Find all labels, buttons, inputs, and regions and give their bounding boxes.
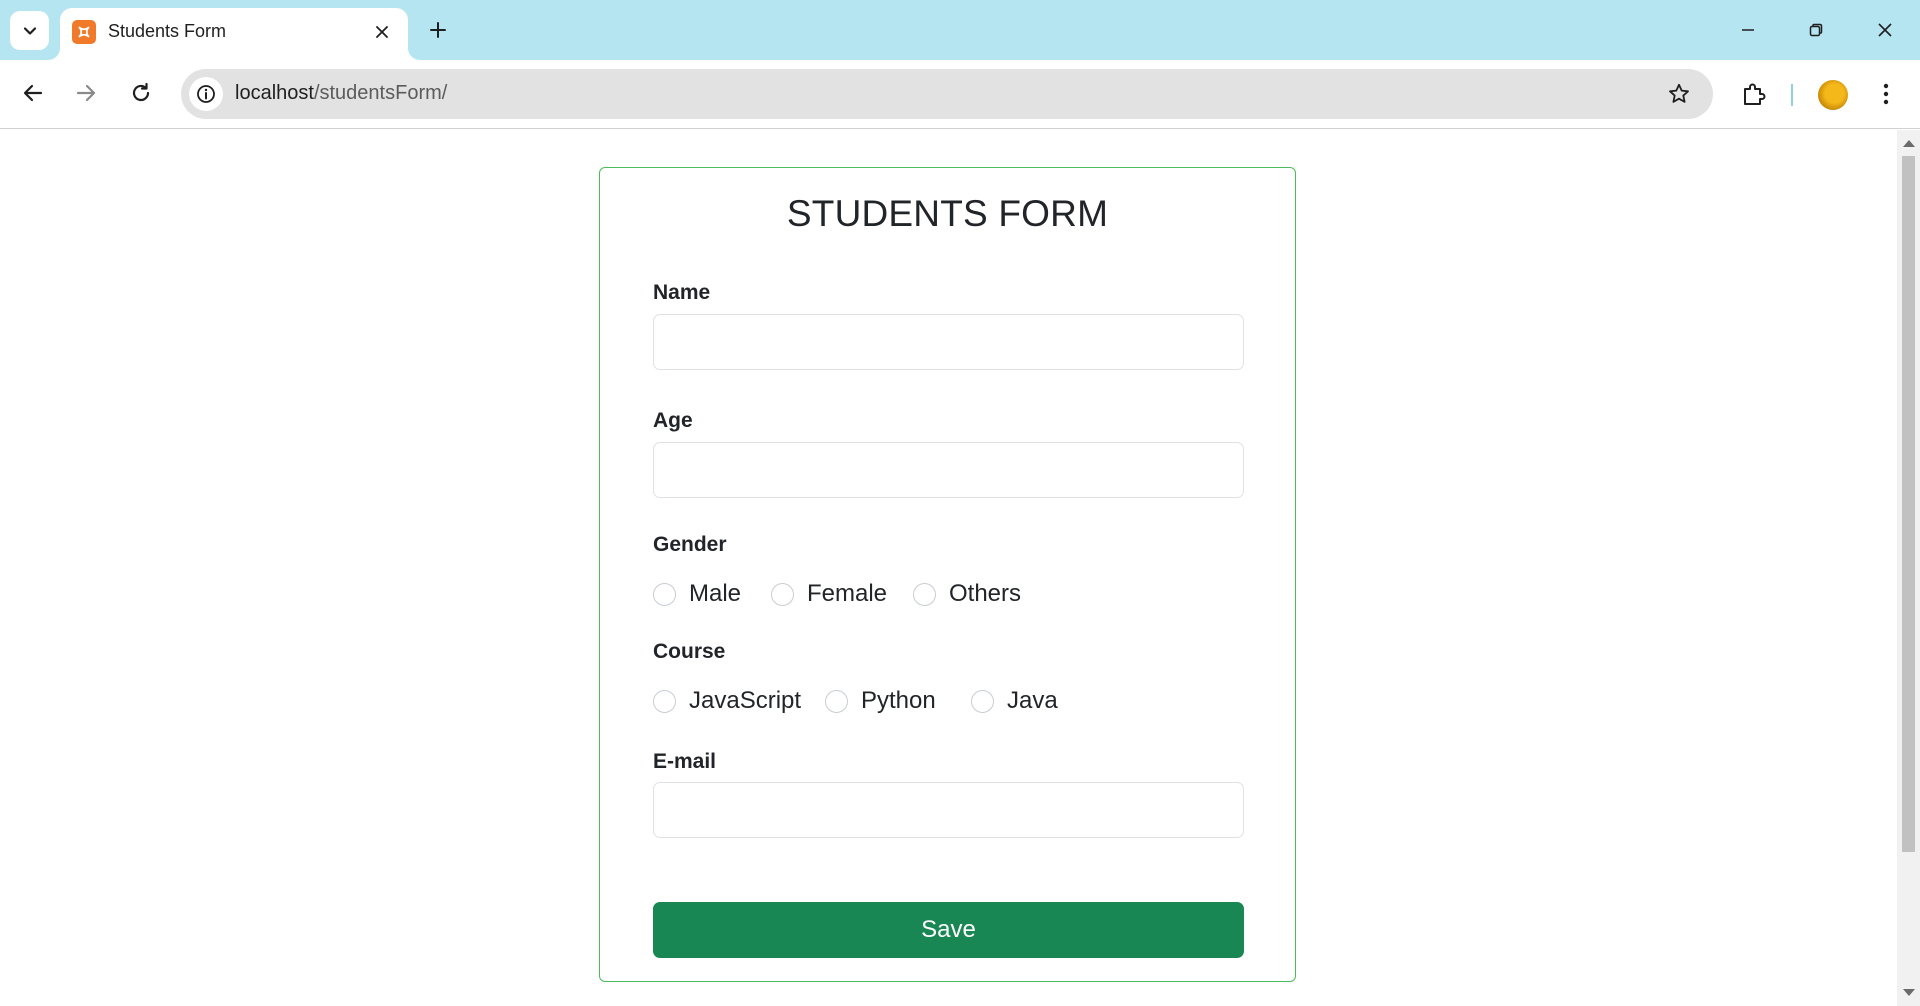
students-form-card: STUDENTS FORM Name Age Gender Male Femal…: [599, 167, 1296, 982]
tab-strip: Students Form: [0, 0, 1920, 60]
scroll-up-arrow[interactable]: [1903, 140, 1915, 147]
tab-close-button[interactable]: [370, 20, 394, 44]
email-label: E-mail: [653, 750, 717, 773]
forward-button[interactable]: [66, 73, 106, 113]
tab-title: Students Form: [108, 21, 227, 41]
new-tab-button[interactable]: [422, 14, 454, 46]
page-viewport: STUDENTS FORM Name Age Gender Male Femal…: [0, 130, 1897, 1006]
xampp-icon: [72, 20, 96, 44]
radio-label: Male: [689, 580, 742, 607]
back-button[interactable]: [13, 73, 53, 113]
age-input[interactable]: [653, 442, 1244, 498]
save-button[interactable]: Save: [653, 902, 1244, 958]
close-window-button[interactable]: [1861, 10, 1909, 50]
close-icon: [1878, 23, 1892, 37]
close-icon: [376, 26, 388, 38]
profile-avatar[interactable]: [1818, 80, 1848, 110]
radio-button[interactable]: [771, 582, 794, 606]
name-label: Name: [653, 281, 711, 304]
gender-label: Gender: [653, 533, 727, 556]
scrollbar-thumb[interactable]: [1902, 156, 1915, 852]
tab-search-button[interactable]: [10, 11, 49, 50]
radio-button[interactable]: [913, 582, 936, 606]
radio-label: Python: [861, 687, 936, 714]
chevron-down-icon: [23, 26, 36, 35]
email-input[interactable]: [653, 782, 1244, 838]
toolbar-divider: [1791, 84, 1793, 106]
plus-icon: [430, 22, 446, 38]
minimize-icon: [1742, 29, 1754, 31]
course-option-java[interactable]: Java: [971, 685, 1058, 717]
site-info-button[interactable]: [189, 77, 223, 111]
arrow-left-icon: [23, 84, 43, 102]
radio-label: Others: [949, 580, 1022, 607]
gender-option-others[interactable]: Others: [913, 578, 1021, 610]
url-host: localhost: [235, 82, 314, 104]
reload-button[interactable]: [121, 73, 161, 113]
radio-button[interactable]: [825, 689, 848, 713]
age-label: Age: [653, 409, 693, 432]
radio-label: JavaScript: [689, 687, 802, 714]
gender-option-male[interactable]: Male: [653, 578, 741, 610]
address-bar[interactable]: localhost/studentsForm/: [181, 69, 1713, 119]
course-option-javascript[interactable]: JavaScript: [653, 685, 801, 717]
star-icon: [1669, 83, 1689, 103]
course-option-python[interactable]: Python: [825, 685, 936, 717]
url-path: /studentsForm/: [313, 82, 448, 104]
browser-toolbar: localhost/studentsForm/: [0, 60, 1920, 129]
more-vertical-icon: [1883, 83, 1889, 105]
radio-label: Java: [1007, 687, 1058, 714]
gender-option-female[interactable]: Female: [771, 578, 887, 610]
restore-icon: [1809, 23, 1823, 37]
info-icon: [197, 85, 215, 103]
radio-button[interactable]: [653, 582, 676, 606]
extensions-button[interactable]: [1734, 74, 1774, 114]
name-input[interactable]: [653, 314, 1244, 370]
vertical-scrollbar[interactable]: [1897, 130, 1920, 1006]
course-label: Course: [653, 640, 726, 663]
browser-menu-button[interactable]: [1866, 74, 1906, 114]
active-tab[interactable]: Students Form: [60, 8, 408, 60]
radio-button[interactable]: [971, 689, 994, 713]
bookmark-button[interactable]: [1663, 78, 1695, 110]
form-title: STUDENTS FORM: [786, 193, 1109, 234]
scroll-down-arrow[interactable]: [1903, 989, 1915, 996]
url-text: localhost/studentsForm/: [235, 82, 447, 105]
reload-icon: [132, 82, 150, 102]
restore-button[interactable]: [1792, 10, 1840, 50]
arrow-right-icon: [76, 84, 96, 102]
puzzle-icon: [1744, 83, 1766, 105]
minimize-button[interactable]: [1724, 10, 1772, 50]
radio-label: Female: [807, 580, 888, 607]
radio-button[interactable]: [653, 689, 676, 713]
